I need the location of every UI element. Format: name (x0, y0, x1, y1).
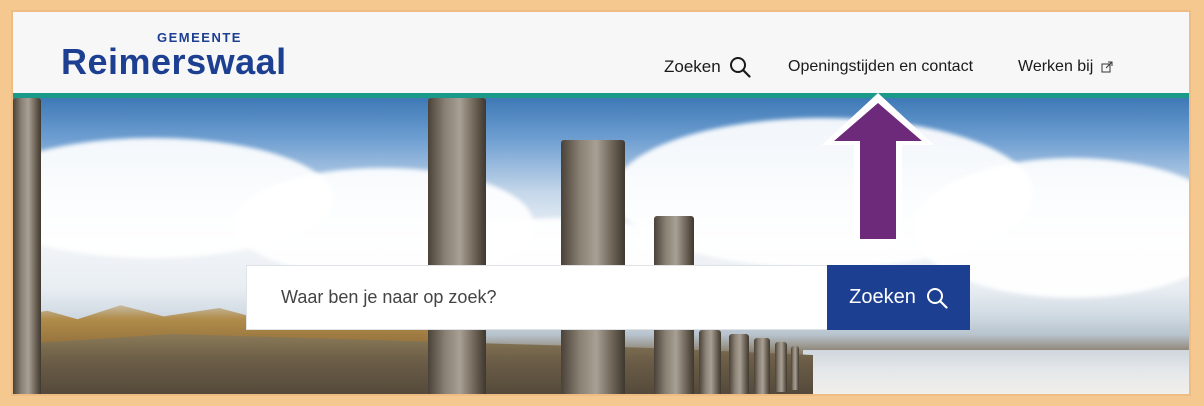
nav-werken-label: Werken bij (1018, 58, 1094, 75)
search-button-label: Zoeken (849, 286, 916, 308)
nav-search-label: Zoeken (664, 57, 721, 76)
browser-frame: GEMEENTE Reimerswaal Zoeken Openingstijd… (13, 12, 1189, 394)
arrow-up-icon (822, 93, 934, 247)
search-input[interactable] (247, 266, 828, 329)
wooden-post (729, 334, 749, 394)
wooden-post (13, 98, 41, 394)
search-icon (729, 57, 751, 78)
logo-title: Reimerswaal (61, 41, 287, 82)
wooden-post (791, 346, 799, 390)
wooden-post (699, 330, 721, 394)
search-bar: Zoeken (246, 265, 970, 330)
wooden-post (428, 98, 486, 394)
sea (803, 350, 1189, 394)
nav-search-link[interactable]: Zoeken (664, 56, 751, 78)
site-header: GEMEENTE Reimerswaal Zoeken Openingstijd… (13, 12, 1189, 98)
external-link-icon (1101, 61, 1113, 73)
search-icon (926, 287, 948, 309)
site-logo[interactable]: GEMEENTE Reimerswaal (61, 30, 361, 90)
nav-werken-link[interactable]: Werken bij (1018, 58, 1113, 76)
wooden-post (754, 338, 770, 394)
nav-contact-link[interactable]: Openingstijden en contact (788, 58, 973, 76)
search-button[interactable]: Zoeken (827, 265, 970, 330)
wooden-post (775, 342, 787, 392)
hero-image (13, 98, 1189, 394)
